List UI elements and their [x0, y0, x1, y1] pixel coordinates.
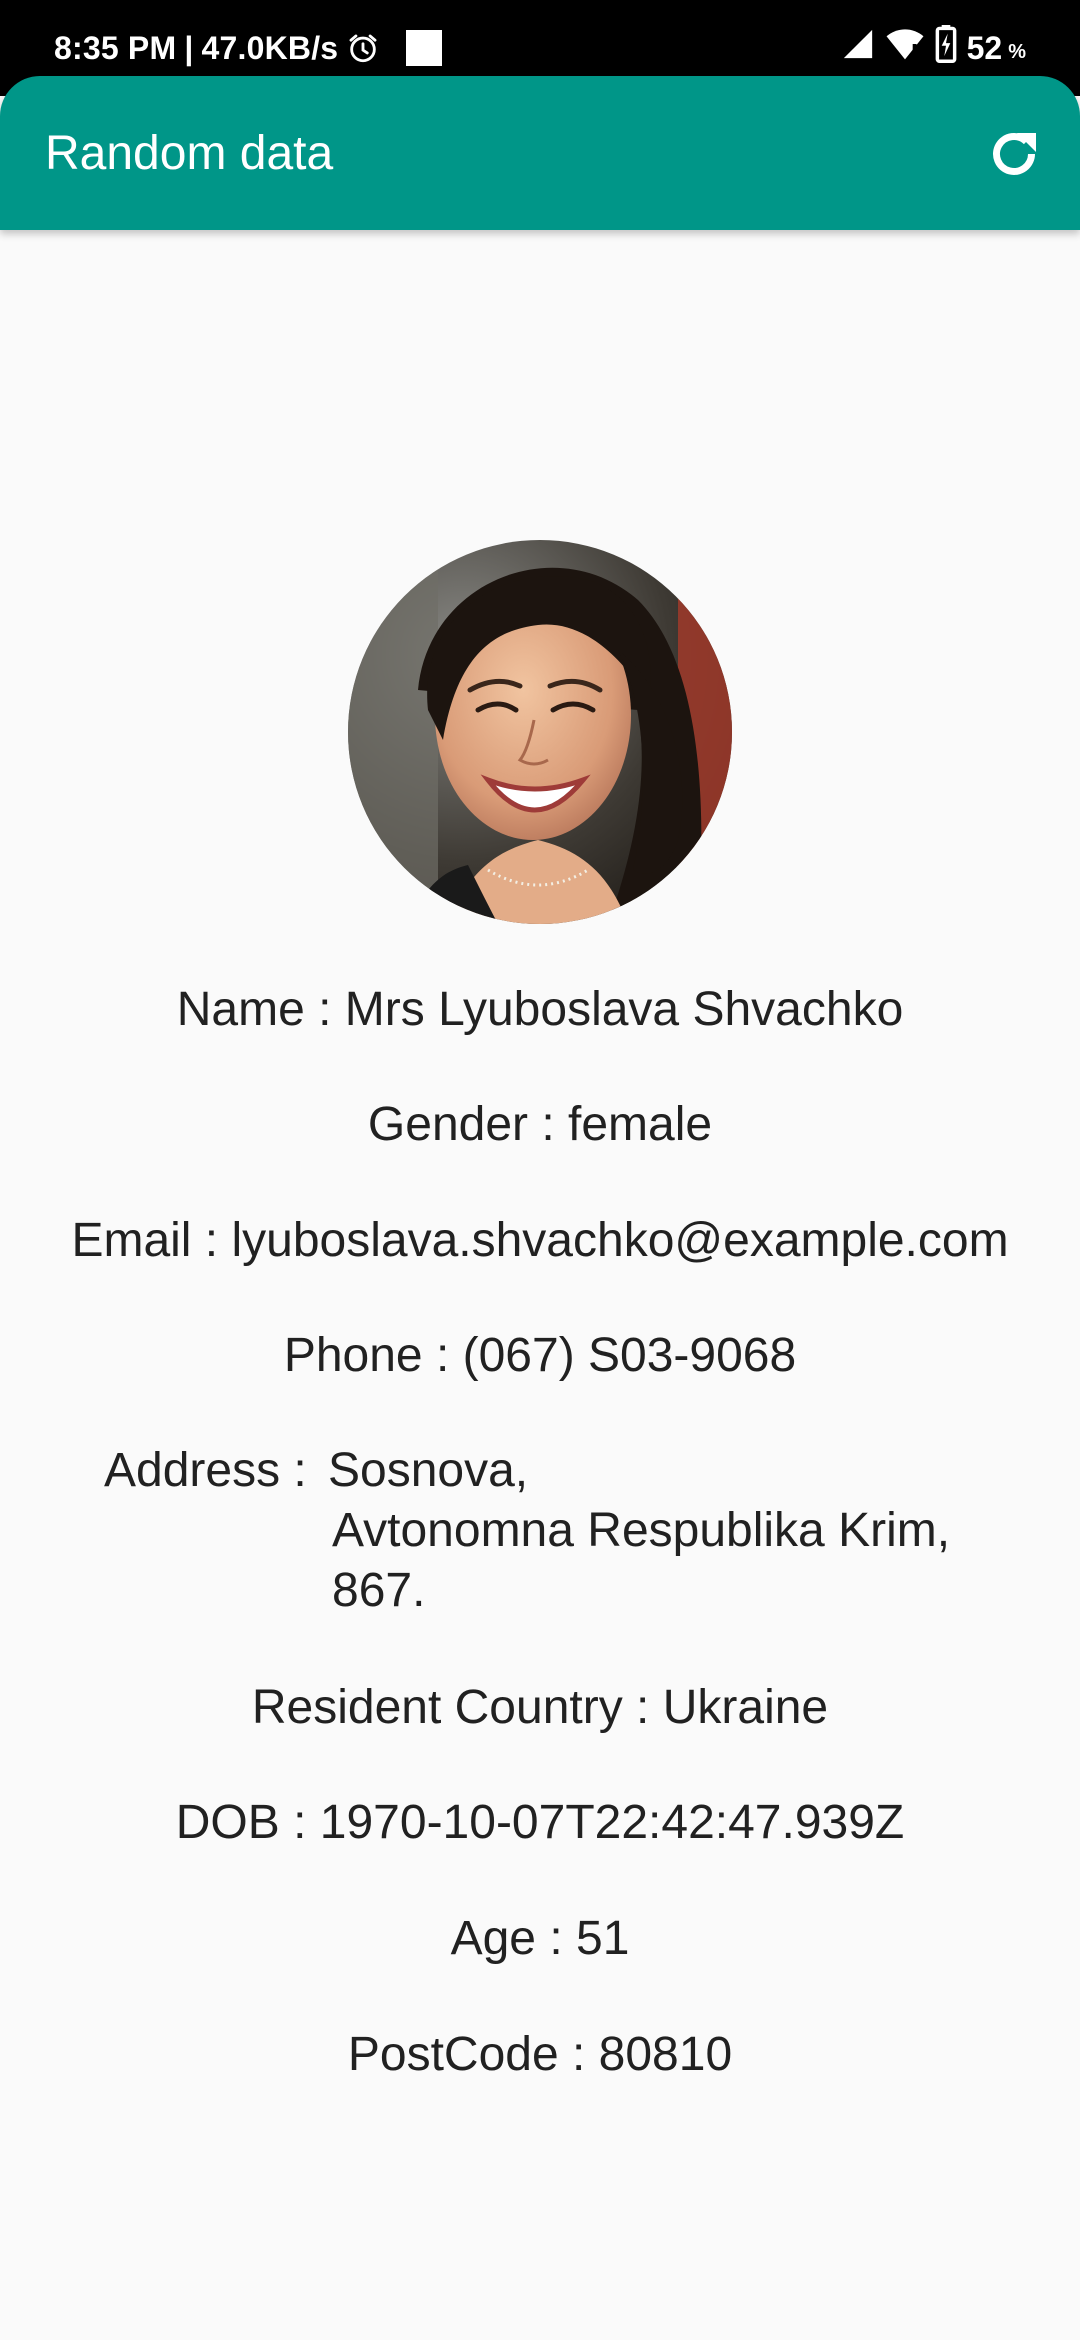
battery-unit: % — [1008, 41, 1026, 63]
notification-square-icon — [406, 30, 443, 66]
address-line-3: 867. — [332, 1564, 426, 1617]
status-time: 8:35 PM — [54, 29, 177, 66]
address-lines: Sosnova, Avtonomna Respublika Krim, 867. — [328, 1441, 950, 1621]
status-right: 52 % — [841, 24, 1026, 72]
address-label: Address : — [104, 1444, 307, 1497]
name-line: Name : Mrs Lyuboslava Shvachko — [176, 983, 904, 1036]
signal-icon — [841, 27, 875, 69]
alarm-icon — [346, 31, 380, 65]
phone-line: Phone : (067) S03-9068 — [283, 1329, 797, 1382]
address-line-1: Sosnova, — [328, 1444, 529, 1497]
battery-percent: 52 — [966, 29, 1003, 66]
network-speed: 47.0KB/s — [201, 29, 339, 66]
status-left: 8:35 PM | 47.0KB/s — [54, 24, 443, 72]
profile-photo — [348, 540, 732, 924]
wifi-icon — [885, 26, 925, 70]
age-line: Age : 51 — [450, 1912, 630, 1965]
refresh-icon — [993, 133, 1036, 175]
postcode-line: PostCode : 80810 — [347, 2028, 733, 2081]
battery-charging-icon — [935, 25, 957, 71]
app-bar: Random data — [0, 76, 1080, 230]
status-separator: | — [184, 29, 194, 66]
gender-line: Gender : female — [367, 1098, 713, 1151]
app-title: Random data — [45, 127, 334, 180]
refresh-button[interactable] — [982, 122, 1046, 186]
email-line: Email : lyuboslava.shvachko@example.com — [71, 1214, 1009, 1267]
dob-line: DOB : 1970-10-07T22:42:47.939Z — [175, 1796, 905, 1849]
screen: 8:35 PM | 47.0KB/s 52 % Random data Name… — [0, 0, 1080, 2340]
country-line: Resident Country : Ukraine — [251, 1681, 829, 1734]
address-line-2: Avtonomna Respublika Krim, — [332, 1504, 951, 1557]
